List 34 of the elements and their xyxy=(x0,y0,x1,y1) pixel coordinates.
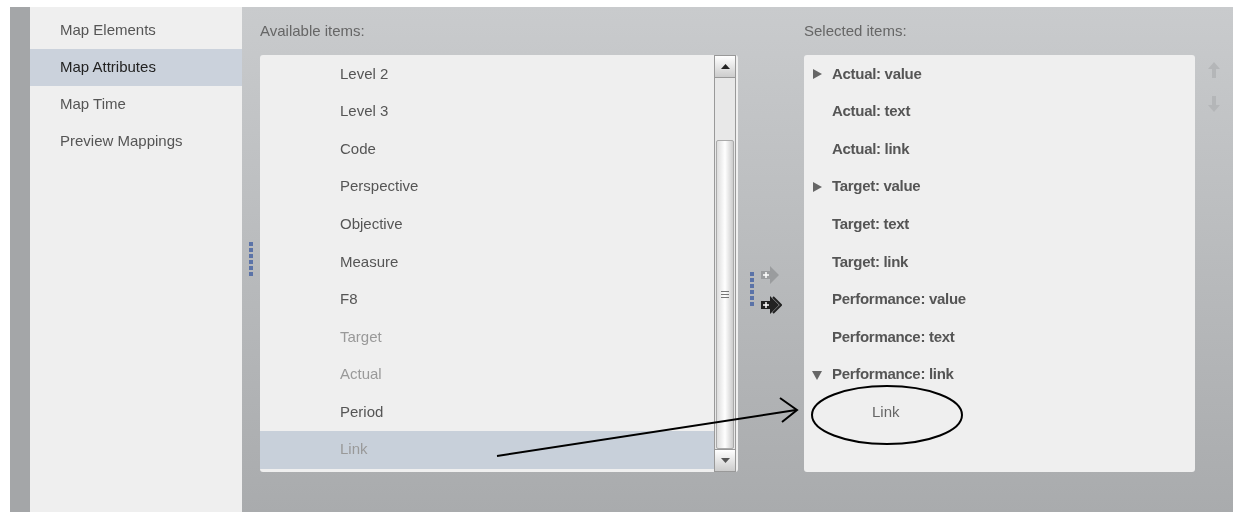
add-all-icon[interactable] xyxy=(760,294,782,315)
selected-item[interactable]: Actual: value xyxy=(832,62,922,86)
selected-item[interactable]: Link xyxy=(872,400,900,424)
selected-item[interactable]: Target: link xyxy=(832,250,909,273)
expanded-triangle-icon[interactable] xyxy=(812,369,822,380)
selected-item[interactable]: Actual: text xyxy=(832,100,911,123)
scrollbar[interactable] xyxy=(714,55,736,472)
list-item[interactable]: F8 xyxy=(260,280,714,319)
splitter-grip-icon[interactable] xyxy=(750,271,754,308)
list-item[interactable]: Perspective xyxy=(260,167,714,206)
selected-title: Selected items: xyxy=(804,20,908,41)
selected-item[interactable]: Actual: link xyxy=(832,137,910,161)
list-item[interactable]: Level 2 xyxy=(260,55,714,93)
splitter-grip-icon[interactable] xyxy=(249,241,253,278)
selected-item[interactable]: Target: text xyxy=(832,212,909,236)
sidebar-item[interactable]: Preview Mappings xyxy=(30,123,242,160)
collapsed-triangle-icon[interactable] xyxy=(812,68,822,79)
grip-lines-icon xyxy=(721,291,729,298)
selected-item[interactable]: Performance: text xyxy=(832,325,955,349)
sidebar-item[interactable]: Map Attributes xyxy=(30,49,242,86)
list-item[interactable]: Objective xyxy=(260,205,714,243)
list-item[interactable]: Period xyxy=(260,393,714,431)
sidebar-item[interactable]: Map Elements xyxy=(30,12,242,49)
selected-item[interactable]: Target: value xyxy=(832,175,921,198)
sidebar-item[interactable]: Map Time xyxy=(30,86,242,123)
selected-item[interactable]: Performance: value xyxy=(832,288,966,311)
scroll-down-icon[interactable] xyxy=(720,458,730,463)
list-item[interactable]: Measure xyxy=(260,242,714,281)
selected-item[interactable]: Performance: link xyxy=(832,363,954,386)
collapsed-triangle-icon[interactable] xyxy=(812,181,822,192)
list-item[interactable]: Level 3 xyxy=(260,92,714,131)
scroll-up-icon[interactable] xyxy=(720,64,730,69)
list-item[interactable]: Code xyxy=(260,130,714,168)
available-title: Available items: xyxy=(260,20,366,41)
